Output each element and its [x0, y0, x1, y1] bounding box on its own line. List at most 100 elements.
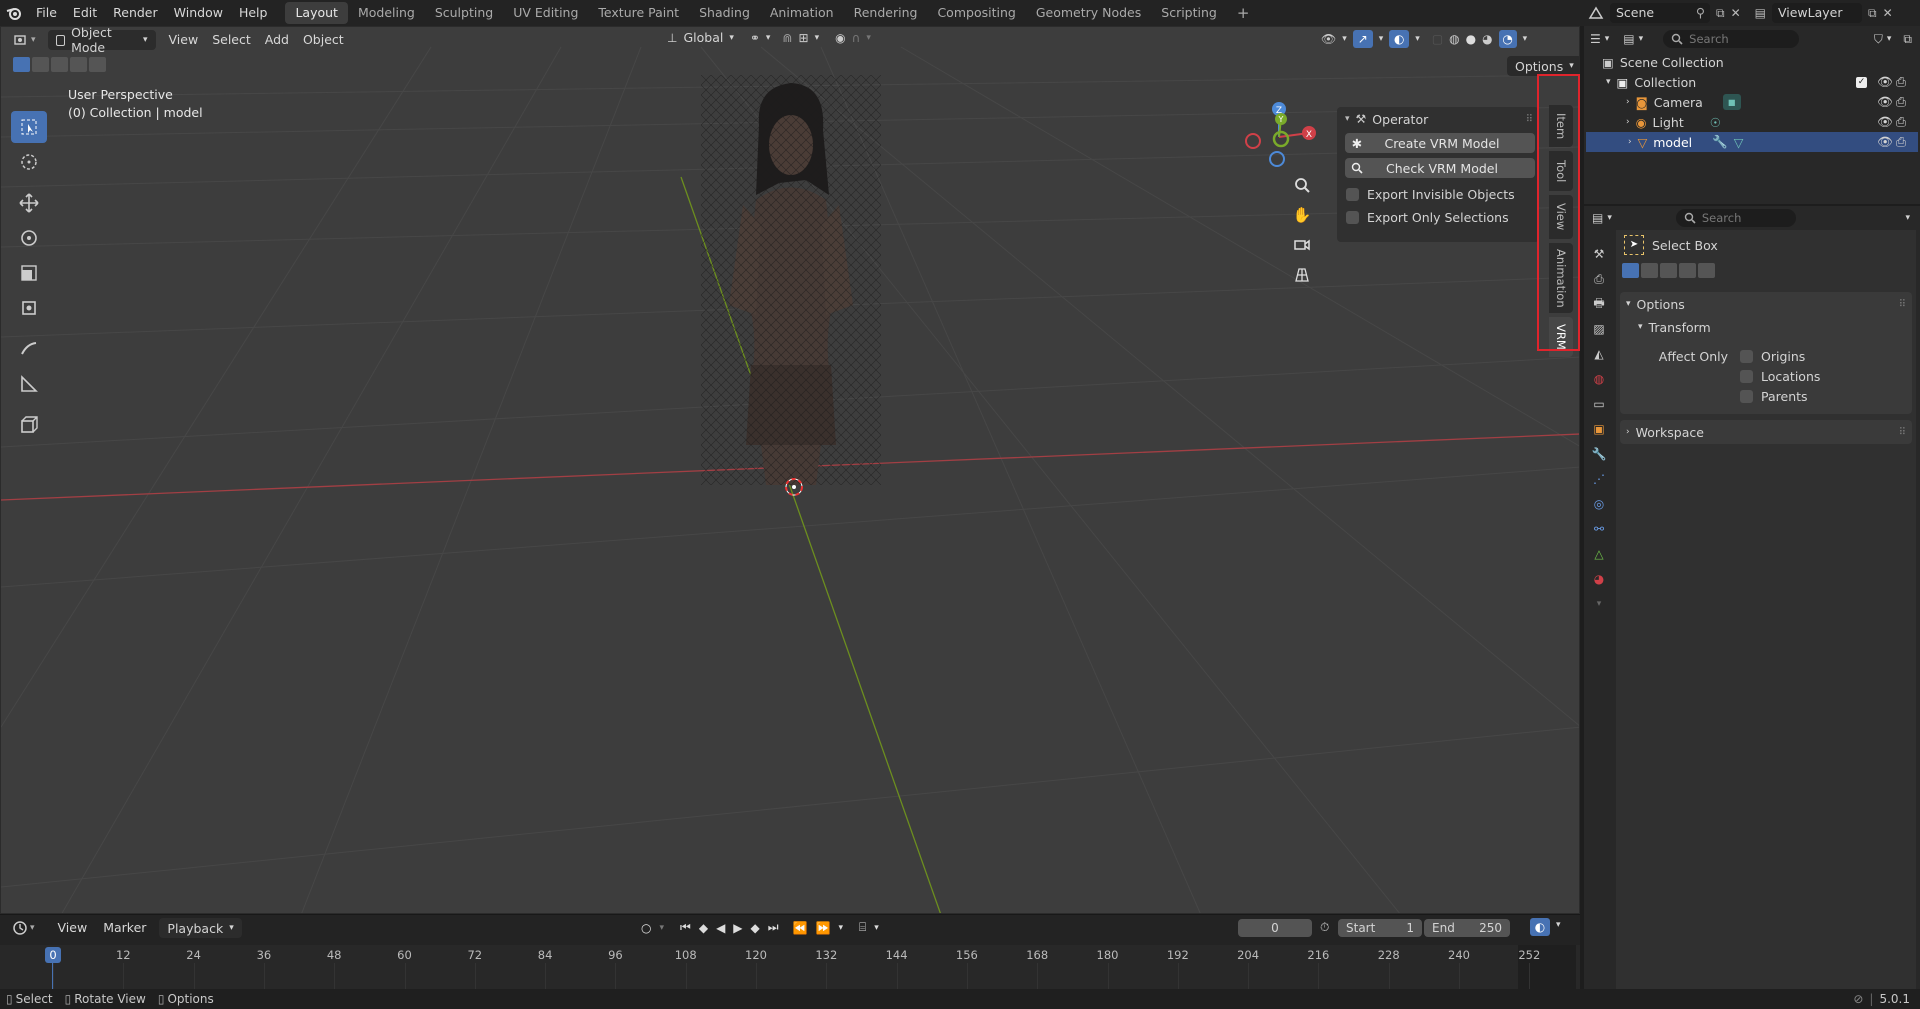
blender-logo-icon[interactable] [0, 6, 28, 20]
measure-tool-icon[interactable] [11, 368, 47, 400]
tool-mode-intersect-icon[interactable] [1698, 262, 1715, 278]
cursor-tool-icon[interactable] [11, 146, 47, 178]
more-tabs-icon[interactable]: ▾ [1588, 593, 1610, 615]
viewlayer-selector[interactable]: ViewLayer [1771, 3, 1862, 23]
snap-target-icon[interactable]: ⊞ [799, 31, 809, 45]
camera-data-icon[interactable]: ▪ [1722, 94, 1741, 110]
check-vrm-model-button[interactable]: Check VRM Model [1345, 158, 1535, 178]
timeline-overlay-icon[interactable]: ◐ [1530, 918, 1550, 936]
material-properties-icon[interactable]: ◕ [1588, 568, 1610, 590]
timeline-menu-view[interactable]: View [51, 918, 95, 938]
workspace-tab-modeling[interactable]: Modeling [348, 2, 425, 24]
outliner-item-light[interactable]: › ◉ Light ☉ 👁 ⎙ [1584, 112, 1920, 132]
collection-render-icon[interactable]: ⎙ [1896, 74, 1906, 90]
tool-properties-icon[interactable]: ⚒ [1588, 243, 1610, 265]
sync-icon[interactable]: ⌸ [859, 920, 866, 935]
zoom-icon[interactable] [1291, 174, 1313, 196]
light-render-icon[interactable]: ⎙ [1896, 114, 1906, 130]
mode-dropdown[interactable]: Object Mode ▾ [47, 27, 156, 55]
current-frame-field[interactable]: 0 [1238, 919, 1312, 937]
options-dropdown[interactable]: Options ▾ [1507, 56, 1579, 76]
filter-icon[interactable]: ⛉ [1874, 32, 1883, 47]
proportional-falloff-icon[interactable]: ∩ [852, 31, 861, 45]
collection-visibility-icon[interactable]: 👁 [1877, 74, 1893, 90]
select-extend-icon[interactable] [32, 57, 49, 72]
scene-selector[interactable]: Scene ⚲ [1610, 3, 1710, 23]
data-properties-icon[interactable]: △ [1588, 543, 1610, 565]
transform-tool-icon[interactable] [11, 292, 47, 324]
select-intersect-icon[interactable] [89, 57, 106, 72]
shading-rendered-icon[interactable]: ◔ [1498, 30, 1517, 48]
new-collection-icon[interactable]: ⧉ [1903, 32, 1912, 47]
transform-orientation-dropdown[interactable]: Global [683, 30, 723, 45]
light-visibility-icon[interactable]: 👁 [1877, 114, 1893, 130]
menu-window[interactable]: Window [166, 0, 231, 26]
model-visibility-icon[interactable]: 👁 [1877, 134, 1893, 150]
jump-start-icon[interactable]: ⏮ [680, 920, 691, 935]
xray-toggle-icon[interactable]: ▢ [1432, 32, 1443, 46]
outliner-collection[interactable]: ▾ ▣ Collection ✓ 👁 ⎙ [1584, 72, 1920, 92]
particles-properties-icon[interactable]: ⋰ [1588, 468, 1610, 490]
scale-tool-icon[interactable] [11, 257, 47, 289]
pan-hand-icon[interactable]: ✋ [1291, 204, 1313, 226]
shading-solid-icon[interactable]: ● [1466, 32, 1476, 46]
prev-keyframe-icon[interactable]: ⏪ [793, 921, 808, 935]
proportional-edit-icon[interactable]: ◉ [835, 31, 845, 45]
perspective-toggle-icon[interactable] [1291, 264, 1313, 286]
start-frame-field[interactable]: Start 1 [1338, 919, 1422, 937]
workspace-tab-rendering[interactable]: Rendering [844, 2, 928, 24]
next-keyframe-icon[interactable]: ⏩ [816, 921, 831, 935]
new-viewlayer-icon[interactable]: ⧉ [1868, 6, 1877, 21]
outliner-editor-type-icon[interactable]: ☰ [1590, 32, 1601, 46]
menu-help[interactable]: Help [231, 0, 276, 26]
end-frame-field[interactable]: End 250 [1424, 919, 1510, 937]
annotate-tool-icon[interactable] [11, 333, 47, 365]
outliner-item-model[interactable]: › ▽ model 🔧 ▽ 👁 ⎙ [1586, 132, 1918, 152]
timeline-editor[interactable]: ▾ View Marker Playback ▾ ○ ▾ ⏮ ◆ ◀ ▶ ◆ ⏭ … [0, 914, 1580, 994]
snap-icon[interactable]: ⋒ [782, 31, 792, 45]
outliner[interactable]: ☰ ▾ ▤ ▾ Search ⛉ ▾ ⧉ ▣ Scene Collection ▾ ▣… [1584, 26, 1920, 204]
model-mesh[interactable] [701, 75, 881, 485]
jump-next-keyframe-icon[interactable]: ◆ [751, 921, 760, 935]
workspace-tab-uv-editing[interactable]: UV Editing [503, 2, 588, 24]
properties-options-icon[interactable]: ▾ [1905, 213, 1910, 223]
new-scene-icon[interactable]: ⧉ [1716, 6, 1725, 21]
physics-properties-icon[interactable]: ◎ [1588, 493, 1610, 515]
visibility-icon[interactable]: 👁 [1321, 32, 1336, 46]
outliner-search-field[interactable]: Search [1663, 30, 1800, 48]
render-properties-icon[interactable]: ⎙ [1588, 268, 1610, 290]
properties-editor[interactable]: ▤ ▾ Search ▾ ⚒ ⎙ 🖶 ▨ ◭ ◍ ▭ ▣ 🔧 ⋰ ◎ ⚯ △ ◕ … [1584, 206, 1920, 989]
workspace-panel-header[interactable]: › Workspace ⠿ [1620, 420, 1912, 444]
modifier-properties-icon[interactable]: 🔧 [1588, 443, 1610, 465]
object-properties-icon[interactable]: ▣ [1588, 418, 1610, 440]
rotate-tool-icon[interactable] [11, 222, 47, 254]
move-tool-icon[interactable] [11, 187, 47, 219]
viewport-menu-object[interactable]: Object [296, 30, 351, 50]
auto-keying-icon[interactable]: ○ [641, 921, 651, 935]
tool-mode-extend-icon[interactable] [1641, 262, 1658, 278]
export-selections-check[interactable] [1346, 211, 1359, 224]
tool-mode-new-icon[interactable] [1622, 262, 1639, 278]
modifier-wrench-icon[interactable]: 🔧 [1712, 134, 1728, 150]
jump-end-icon[interactable]: ⏭ [768, 920, 779, 935]
pin-icon[interactable]: ⚲ [1696, 3, 1705, 23]
view-layer-properties-icon[interactable]: ▨ [1588, 318, 1610, 340]
viewport-menu-view[interactable]: View [162, 30, 206, 50]
frame-ruler[interactable]: 0 12 24 36 48 60 72 84 96 108 120 132 144 156 168 180 19… [0, 945, 1580, 991]
workspace-drag-icon[interactable]: ⠿ [1899, 427, 1906, 438]
collection-properties-icon[interactable]: ▭ [1588, 393, 1610, 415]
model-render-icon[interactable]: ⎙ [1896, 134, 1906, 150]
timeline-menu-marker[interactable]: Marker [96, 918, 153, 938]
outliner-item-camera[interactable]: › ◙ Camera ▪ 👁 ⎙ [1584, 92, 1920, 112]
delete-scene-icon[interactable]: ✕ [1731, 6, 1741, 20]
3d-viewport[interactable]: ▾ Object Mode ▾ View Select Add Object ⊥… [0, 26, 1580, 914]
workspace-tab-texture-paint[interactable]: Texture Paint [588, 2, 689, 24]
add-cube-tool-icon[interactable] [11, 409, 47, 441]
export-selections-checkbox[interactable]: Export Only Selections [1346, 210, 1539, 225]
shading-wireframe-icon[interactable]: ◍ [1449, 32, 1459, 46]
light-data-icon[interactable]: ☉ [1710, 115, 1721, 130]
panel-drag-icon[interactable]: ⠿ [1526, 114, 1533, 125]
preview-range-icon[interactable]: ⏱ [1320, 920, 1329, 935]
create-vrm-model-button[interactable]: ✱ Create VRM Model [1345, 133, 1535, 153]
jump-prev-keyframe-icon[interactable]: ◆ [699, 921, 708, 935]
